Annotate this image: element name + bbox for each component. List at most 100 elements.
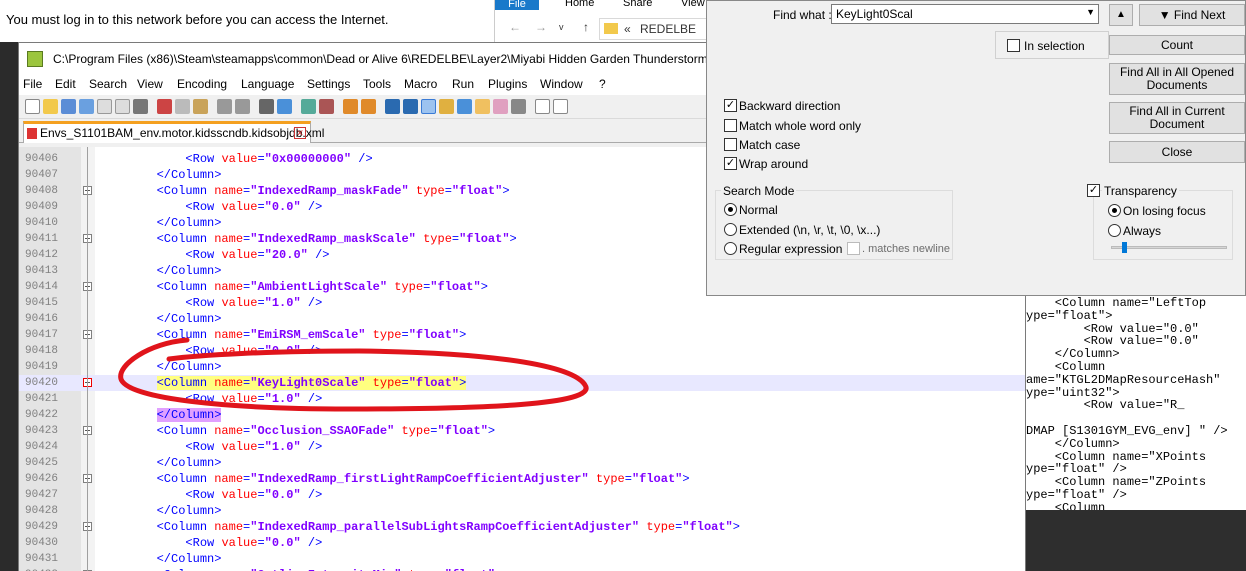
code-line[interactable]: 90423 <Column name="Occlusion_SSAOFade" … bbox=[19, 423, 1025, 439]
up-arrow-icon[interactable]: ↑ bbox=[583, 20, 589, 34]
find-icon[interactable] bbox=[259, 99, 274, 114]
code-line[interactable]: 90416 </Column> bbox=[19, 311, 1025, 327]
code-line[interactable]: 90420 <Column name="KeyLight0Scale" type… bbox=[19, 375, 1025, 391]
print-icon[interactable] bbox=[133, 99, 148, 114]
code-line[interactable]: 90428 </Column> bbox=[19, 503, 1025, 519]
monitor-icon[interactable] bbox=[493, 99, 508, 114]
path-overflow[interactable]: « bbox=[624, 22, 631, 36]
stop-macro-icon[interactable] bbox=[553, 99, 568, 114]
regex-radio[interactable] bbox=[724, 242, 737, 255]
wrap-around-checkbox[interactable]: ✓ bbox=[724, 157, 737, 170]
code-line[interactable]: 90431 </Column> bbox=[19, 551, 1025, 567]
back-arrow-icon[interactable]: ← bbox=[509, 20, 521, 34]
menu-language[interactable]: Language bbox=[241, 77, 294, 91]
matches-newline-checkbox[interactable] bbox=[847, 242, 860, 255]
replace-icon[interactable] bbox=[277, 99, 292, 114]
doc-map-icon[interactable] bbox=[439, 99, 454, 114]
close-tab-icon[interactable]: ✕ bbox=[294, 127, 306, 139]
save-icon[interactable] bbox=[61, 99, 76, 114]
code-line[interactable]: 90419 </Column> bbox=[19, 359, 1025, 375]
new-file-icon[interactable] bbox=[25, 99, 40, 114]
folder-workspace-icon[interactable] bbox=[475, 99, 490, 114]
line-number: 90422 bbox=[25, 409, 59, 421]
slider-thumb[interactable] bbox=[1122, 242, 1127, 253]
paste-icon[interactable] bbox=[193, 99, 208, 114]
network-login-notice[interactable]: You must log in to this network before y… bbox=[0, 0, 500, 42]
menu-window[interactable]: Window bbox=[540, 77, 583, 91]
menu-tools[interactable]: Tools bbox=[363, 77, 391, 91]
record-macro-icon[interactable] bbox=[535, 99, 550, 114]
zoom-in-icon[interactable] bbox=[301, 99, 316, 114]
backward-direction-checkbox[interactable]: ✓ bbox=[724, 99, 737, 112]
code-line[interactable]: 90418 <Row value="0.0" /> bbox=[19, 343, 1025, 359]
address-bar[interactable]: « REDELBE bbox=[599, 18, 715, 40]
sync-vertical-icon[interactable] bbox=[343, 99, 358, 114]
code-text: </Column> bbox=[156, 264, 222, 278]
transparency-slider[interactable] bbox=[1111, 242, 1227, 253]
code-line[interactable]: 90432 <Column name="OutlineIntensityMin"… bbox=[19, 567, 1025, 571]
undo-icon[interactable] bbox=[217, 99, 232, 114]
dropdown-arrow-icon[interactable]: ▼ bbox=[1086, 7, 1095, 17]
code-line[interactable]: 90427 <Row value="0.0" /> bbox=[19, 487, 1025, 503]
on-losing-focus-radio[interactable] bbox=[1108, 204, 1121, 217]
show-all-chars-icon[interactable] bbox=[403, 99, 418, 114]
path-segment[interactable]: REDELBE bbox=[640, 22, 696, 36]
find-what-input[interactable]: KeyLight0Scal ▼ bbox=[831, 4, 1099, 24]
indent-guide-icon[interactable] bbox=[421, 99, 436, 114]
chevron-down-icon[interactable]: v bbox=[559, 22, 564, 32]
menu-edit[interactable]: Edit bbox=[55, 77, 76, 91]
find-all-current-button[interactable]: Find All in Current Document bbox=[1109, 102, 1245, 134]
save-all-icon[interactable] bbox=[79, 99, 94, 114]
ribbon-tab-share[interactable]: Share bbox=[623, 0, 652, 9]
cut-icon[interactable] bbox=[157, 99, 172, 114]
menu-macro[interactable]: Macro bbox=[404, 77, 437, 91]
menu-view[interactable]: View bbox=[137, 77, 163, 91]
menu-settings[interactable]: Settings bbox=[307, 77, 350, 91]
sync-horizontal-icon[interactable] bbox=[361, 99, 376, 114]
close-button[interactable]: Close bbox=[1109, 141, 1245, 163]
transparency-checkbox[interactable]: ✓ bbox=[1087, 184, 1100, 197]
zoom-out-icon[interactable] bbox=[319, 99, 334, 114]
menu-file[interactable]: File bbox=[23, 77, 42, 91]
code-line[interactable]: 90425 </Column> bbox=[19, 455, 1025, 471]
code-line[interactable]: 90426 <Column name="IndexedRamp_firstLig… bbox=[19, 471, 1025, 487]
code-line[interactable]: 90430 <Row value="0.0" /> bbox=[19, 535, 1025, 551]
function-list-icon[interactable] bbox=[457, 99, 472, 114]
menu-run[interactable]: Run bbox=[452, 77, 474, 91]
redo-icon[interactable] bbox=[235, 99, 250, 114]
menu-encoding[interactable]: Encoding bbox=[177, 77, 227, 91]
find-next-button[interactable]: ▼ Find Next bbox=[1139, 4, 1245, 26]
code-line[interactable]: 90424 <Row value="1.0" /> bbox=[19, 439, 1025, 455]
always-radio[interactable] bbox=[1108, 224, 1121, 237]
match-case-checkbox[interactable] bbox=[724, 138, 737, 151]
code-line[interactable]: 90417 <Column name="EmiRSM_emScale" type… bbox=[19, 327, 1025, 343]
normal-radio[interactable] bbox=[724, 203, 737, 216]
open-file-icon[interactable] bbox=[43, 99, 58, 114]
find-previous-button[interactable]: ▲ bbox=[1109, 4, 1133, 26]
close-file-icon[interactable] bbox=[97, 99, 112, 114]
tab-active-file[interactable]: Envs_S1101BAM_env.motor.kidsscndb.kidsob… bbox=[23, 121, 324, 143]
whole-word-checkbox[interactable] bbox=[724, 119, 737, 132]
menu-search[interactable]: Search bbox=[89, 77, 127, 91]
close-all-icon[interactable] bbox=[115, 99, 130, 114]
line-number: 90424 bbox=[25, 441, 59, 453]
code-line[interactable]: 90429 <Column name="IndexedRamp_parallel… bbox=[19, 519, 1025, 535]
ribbon-tab-home[interactable]: Home bbox=[565, 0, 594, 9]
ribbon-tab-view[interactable]: View bbox=[681, 0, 705, 9]
eye-icon[interactable] bbox=[511, 99, 526, 114]
menu-plugins[interactable]: Plugins bbox=[488, 77, 527, 91]
count-button[interactable]: Count bbox=[1109, 35, 1245, 55]
line-number: 90429 bbox=[25, 521, 59, 533]
forward-arrow-icon[interactable]: → bbox=[535, 20, 547, 34]
code-line[interactable]: 90415 <Row value="1.0" /> bbox=[19, 295, 1025, 311]
ribbon-tab-file[interactable]: File bbox=[495, 0, 539, 10]
find-all-opened-button[interactable]: Find All in All Opened Documents bbox=[1109, 63, 1245, 95]
code-line[interactable]: 90421 <Row value="1.0" /> bbox=[19, 391, 1025, 407]
line-number: 90419 bbox=[25, 361, 59, 373]
word-wrap-icon[interactable] bbox=[385, 99, 400, 114]
in-selection-checkbox[interactable] bbox=[1007, 39, 1020, 52]
extended-radio[interactable] bbox=[724, 223, 737, 236]
code-line[interactable]: 90422 </Column> bbox=[19, 407, 1025, 423]
menu-help[interactable]: ? bbox=[599, 77, 606, 91]
copy-icon[interactable] bbox=[175, 99, 190, 114]
